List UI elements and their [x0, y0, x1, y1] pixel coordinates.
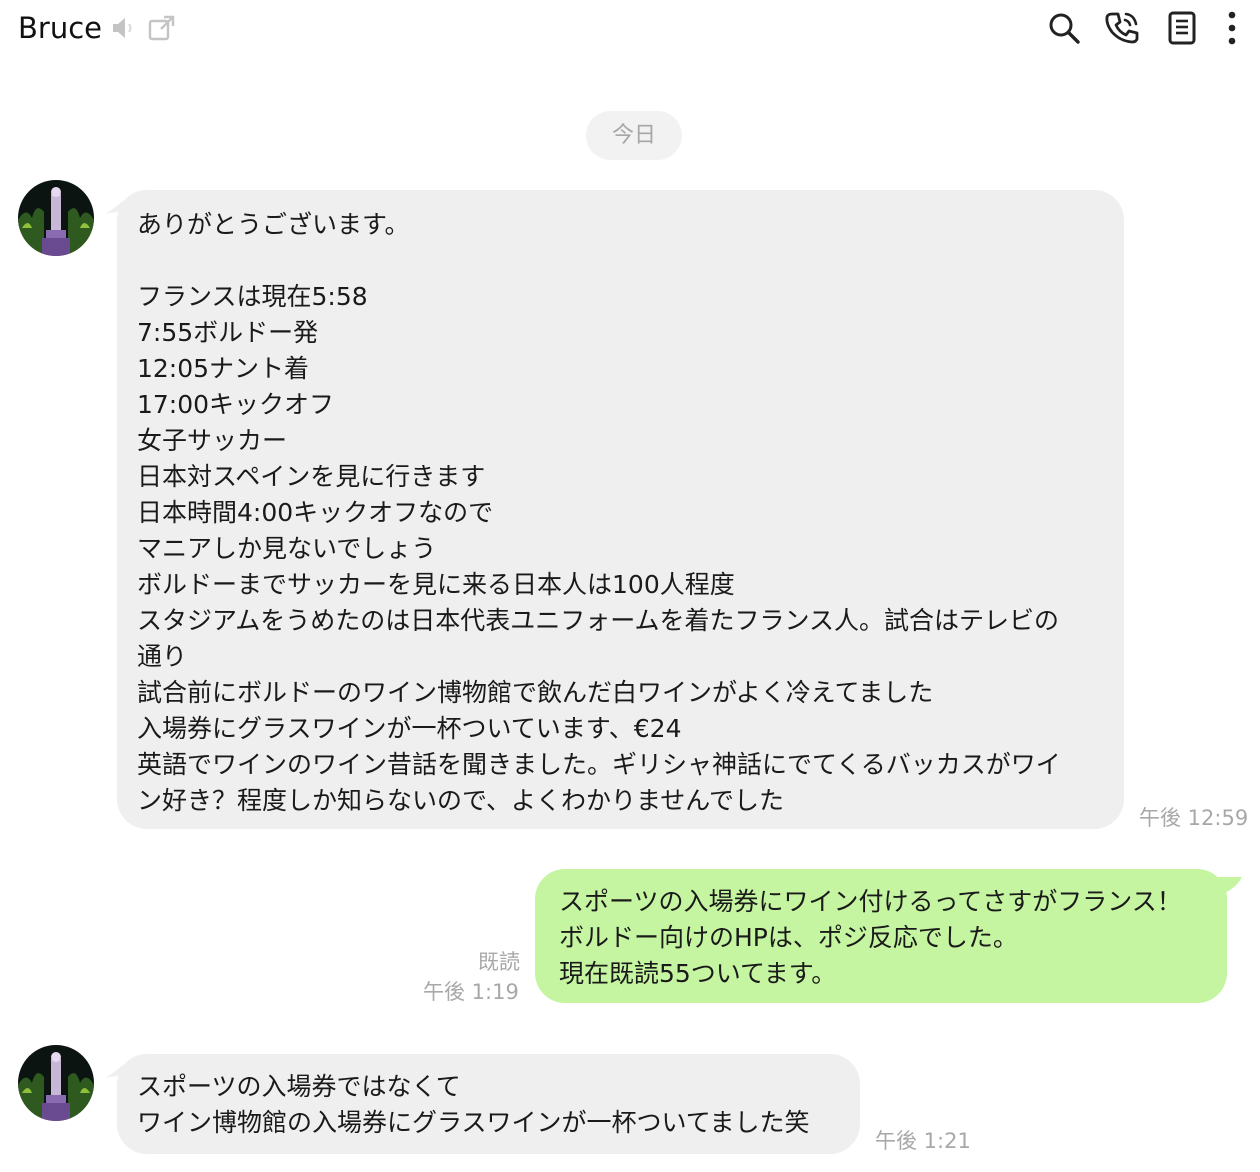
contact-avatar[interactable] [18, 180, 94, 256]
incoming-message-bubble[interactable]: ありがとうございます。 フランスは現在5:58 7:55ボルドー発 12:05ナ… [117, 190, 1124, 829]
chat-header: Bruce [0, 0, 1260, 60]
external-window-icon[interactable] [147, 13, 177, 43]
contact-avatar[interactable] [18, 1045, 94, 1121]
message-timestamp: 午後 12:59 [1139, 806, 1249, 830]
date-divider: 今日 [586, 111, 682, 160]
incoming-message-bubble[interactable]: スポーツの入場券ではなくて ワイン博物館の入場券にグラスワインが一杯ついてました… [117, 1054, 860, 1154]
message-timestamp: 午後 1:19 [423, 980, 519, 1004]
message-timestamp: 午後 1:21 [875, 1129, 971, 1153]
read-receipt: 既読 [478, 950, 520, 974]
notes-icon[interactable] [1164, 10, 1200, 46]
more-vertical-icon[interactable] [1222, 8, 1242, 48]
chat-title: Bruce [18, 11, 102, 45]
phone-icon[interactable] [1104, 10, 1140, 46]
speaker-muted-icon[interactable] [110, 14, 138, 42]
search-icon[interactable] [1046, 10, 1082, 46]
outgoing-message-bubble[interactable]: スポーツの入場券にワイン付けるってさすがフランス！ ボルドー向けのHPは、ポジ反… [535, 869, 1227, 1003]
